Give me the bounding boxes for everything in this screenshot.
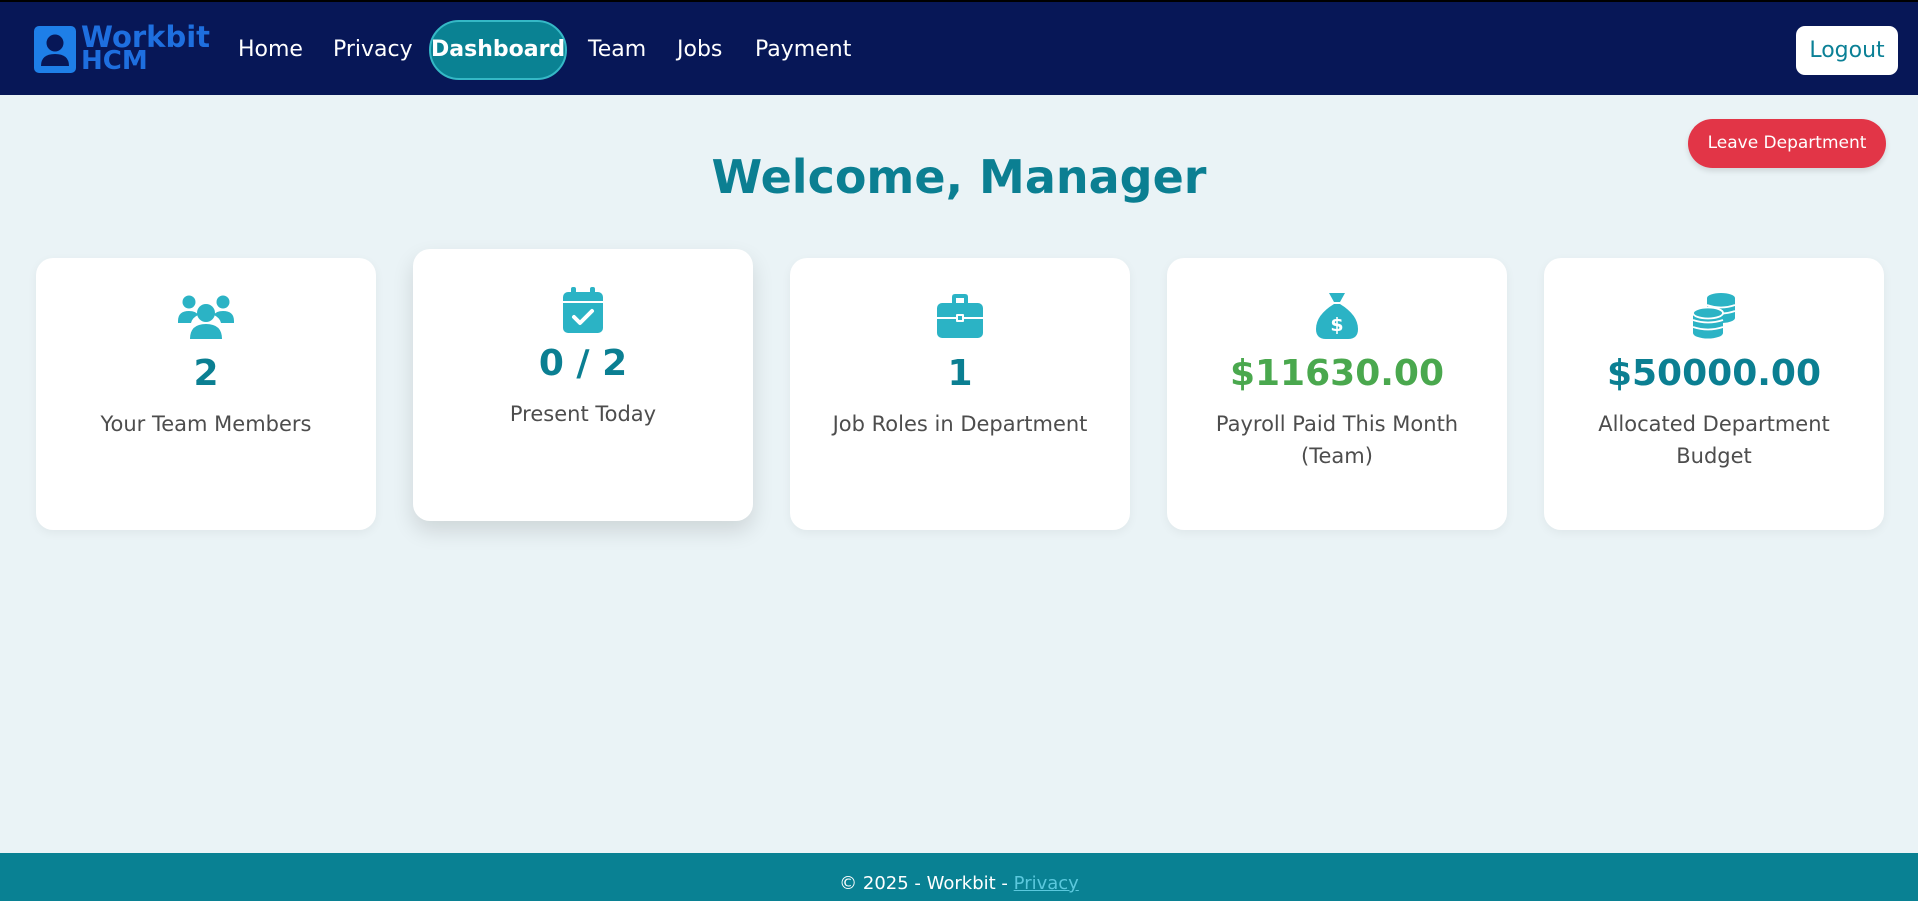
present-today-label: Present Today	[509, 402, 657, 426]
present-today-value: 0 / 2	[538, 343, 628, 384]
money-bag-icon: $	[1167, 291, 1507, 341]
nav-jobs[interactable]: Jobs	[677, 36, 722, 64]
logout-button[interactable]: Logout	[1796, 26, 1898, 75]
footer: © 2025 - Workbit - Privacy	[0, 853, 1918, 901]
welcome-heading: Welcome, Manager	[711, 150, 1207, 204]
brand-name: Workbit HCM	[81, 22, 210, 75]
team-members-value: 2	[193, 353, 219, 394]
team-members-card: 2 Your Team Members	[36, 258, 376, 530]
coins-icon	[1544, 291, 1884, 341]
top-navbar: Workbit HCM Home Privacy Dashboard Team …	[0, 0, 1918, 95]
job-roles-label: Job Roles in Department	[832, 412, 1088, 436]
nav-privacy[interactable]: Privacy	[333, 36, 413, 64]
payroll-value: $11630.00	[1229, 353, 1445, 394]
job-roles-value: 1	[947, 353, 973, 394]
budget-value: $50000.00	[1606, 353, 1822, 394]
footer-privacy-link[interactable]: Privacy	[1014, 873, 1079, 894]
footer-text: © 2025 - Workbit -	[839, 873, 1014, 894]
team-members-label: Your Team Members	[100, 412, 312, 436]
nav-home[interactable]: Home	[238, 36, 303, 64]
budget-label: Allocated Department Budget	[1598, 412, 1830, 468]
briefcase-icon	[790, 291, 1130, 341]
brand-logo-link[interactable]: Workbit HCM	[34, 22, 210, 75]
svg-text:$: $	[1330, 314, 1343, 336]
nav-payment[interactable]: Payment	[755, 36, 851, 64]
budget-card: $50000.00 Allocated Department Budget	[1544, 258, 1884, 530]
present-today-card: 0 / 2 Present Today	[413, 249, 753, 521]
calendar-check-icon	[413, 286, 753, 336]
payroll-card: $ $11630.00 Payroll Paid This Month (Tea…	[1167, 258, 1507, 530]
job-roles-card: 1 Job Roles in Department	[790, 258, 1130, 530]
user-badge-icon	[34, 25, 76, 73]
nav-team[interactable]: Team	[588, 36, 646, 64]
payroll-label: Payroll Paid This Month (Team)	[1215, 412, 1459, 468]
users-icon	[36, 291, 376, 341]
nav-dashboard[interactable]: Dashboard	[429, 20, 567, 80]
